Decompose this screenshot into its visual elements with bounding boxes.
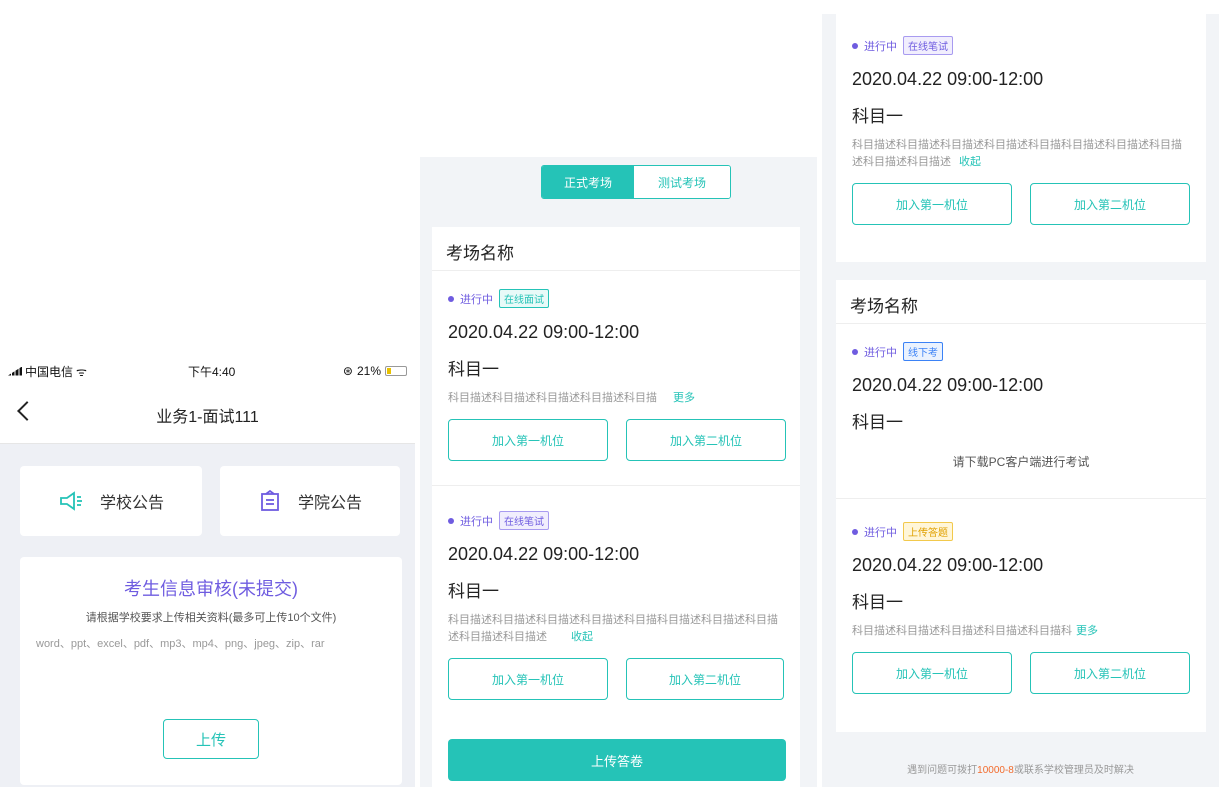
session-time: 2020.04.22 09:00-12:00 (448, 322, 640, 342)
join-camera-2-button[interactable]: 加入第二机位 (626, 658, 784, 700)
status-dot-icon (852, 42, 858, 49)
session-description: 科目描述科目描述科目描述科目描述科目描科 更多 (852, 625, 1098, 637)
session-item: 进行中 在线笔试 2020.04.22 09:00-12:00 科目一 科目描述… (432, 511, 800, 700)
divider (836, 498, 1206, 499)
help-line: 遇到问题可拨打10000-8或联系学校管理员及时解决 (907, 765, 1134, 776)
session-description: 科目描述科目描述科目描述科目描述科目描科目描述科目描述科目描述科目描述科目描述收… (448, 614, 778, 643)
status-time: 下午4:40 (188, 364, 236, 379)
upload-button[interactable]: 上传 (163, 719, 259, 759)
session-subject: 科目一 (448, 360, 499, 379)
exam-room-card: 考场名称 进行中 在线面试 2020.04.22 09:00-12:00 科目一… (432, 227, 800, 787)
session-status: 进行中 (864, 346, 897, 359)
exam-type-tabs: 正式考场 测试考场 (541, 165, 731, 199)
session-description: 科目描述科目描述科目描述科目描述科目描 更多 (448, 392, 695, 404)
join-camera-1-button[interactable]: 加入第一机位 (448, 658, 608, 700)
tab-formal-exam[interactable]: 正式考场 (542, 166, 634, 198)
status-bar: 中国电信 ᯤ 下午4:40 ⊛ 21% (0, 356, 415, 386)
session-subject: 科目一 (448, 582, 499, 601)
exam-room-list-panel: 正式考场 测试考场 考场名称 进行中 在线面试 2020.04.22 09:00… (420, 157, 817, 787)
session-subject: 科目一 (852, 413, 903, 432)
page-title: 业务1-面试111 (156, 408, 259, 426)
nav-bar: 业务1-面试111 (0, 386, 415, 444)
exam-room-detail-panel: 进行中 在线笔试 2020.04.22 09:00-12:00 科目一 科目描述… (822, 14, 1219, 787)
info-card-subtitle: 请根据学校要求上传相关资料(最多可上传10个文件) (85, 612, 337, 624)
session-item: 进行中 在线笔试 2020.04.22 09:00-12:00 科目一 科目描述… (836, 36, 1206, 225)
join-camera-1-button[interactable]: 加入第一机位 (448, 419, 608, 461)
session-time: 2020.04.22 09:00-12:00 (852, 555, 1044, 575)
session-type-badge: 在线笔试 (903, 36, 953, 55)
candidate-info-card: 考生信息审核(未提交) 请根据学校要求上传相关资料(最多可上传10个文件) wo… (20, 557, 402, 785)
notice-row: 学校公告 学院公告 (0, 444, 415, 536)
session-time: 2020.04.22 09:00-12:00 (852, 375, 1044, 395)
battery-icon (385, 366, 407, 376)
join-camera-2-button[interactable]: 加入第二机位 (1030, 183, 1190, 225)
session-time: 2020.04.22 09:00-12:00 (448, 544, 640, 564)
exam-room-card: 进行中 在线笔试 2020.04.22 09:00-12:00 科目一 科目描述… (836, 14, 1206, 262)
session-description: 科目描述科目描述科目描述科目描述科目描科目描述科目描述科目描述科目描述科目描述收… (852, 139, 1182, 168)
carrier-label: 中国电信 (25, 364, 74, 379)
phone-screen: 中国电信 ᯤ 下午4:40 ⊛ 21% 业务1-面试111 学校公告 学院公告 … (0, 356, 415, 787)
session-item: 进行中 线下考 2020.04.22 09:00-12:00 科目一 请下载PC… (836, 342, 1206, 470)
signal-icon (8, 366, 22, 376)
session-time: 2020.04.22 09:00-12:00 (852, 69, 1044, 89)
join-camera-1-button[interactable]: 加入第一机位 (852, 183, 1012, 225)
divider (432, 485, 800, 486)
exam-room-card: 考场名称 进行中 线下考 2020.04.22 09:00-12:00 科目一 … (836, 280, 1206, 732)
school-notice-button[interactable]: 学校公告 (20, 466, 202, 536)
file-formats-text: word、ppt、excel、pdf、mp3、mp4、png、jpeg、zip、… (36, 638, 325, 650)
download-client-note: 请下载PC客户端进行考试 (952, 455, 1090, 469)
college-notice-button[interactable]: 学院公告 (220, 466, 400, 536)
join-camera-2-button[interactable]: 加入第二机位 (1030, 652, 1190, 694)
join-camera-1-button[interactable]: 加入第一机位 (852, 652, 1012, 694)
session-type-badge: 上传答题 (903, 522, 953, 541)
megaphone-icon (60, 491, 82, 511)
collapse-link[interactable]: 收起 (959, 156, 981, 168)
school-notice-label: 学校公告 (99, 495, 164, 512)
session-subject: 科目一 (852, 593, 903, 612)
join-camera-2-button[interactable]: 加入第二机位 (626, 419, 786, 461)
wifi-icon: ᯤ (76, 364, 87, 379)
building-icon (261, 489, 279, 511)
status-dot-icon (448, 517, 454, 524)
more-link[interactable]: 更多 (1076, 625, 1098, 637)
room-name: 考场名称 (836, 280, 1206, 324)
session-status: 进行中 (864, 526, 897, 539)
status-dot-icon (448, 295, 454, 302)
session-item: 进行中 在线面试 2020.04.22 09:00-12:00 科目一 科目描述… (432, 289, 800, 461)
status-dot-icon (852, 528, 858, 535)
room-name: 考场名称 (432, 227, 800, 271)
session-status: 进行中 (460, 515, 493, 528)
session-status: 进行中 (864, 40, 897, 53)
session-item: 进行中 上传答题 2020.04.22 09:00-12:00 科目一 科目描述… (836, 522, 1206, 694)
more-link[interactable]: 更多 (673, 392, 695, 404)
help-phone[interactable]: 10000-8 (977, 765, 1014, 776)
session-subject: 科目一 (852, 107, 903, 126)
session-type-badge: 在线笔试 (499, 511, 549, 530)
location-icon: ⊛ (342, 364, 353, 378)
status-dot-icon (852, 348, 858, 355)
session-type-badge: 在线面试 (499, 289, 549, 308)
session-type-badge: 线下考 (903, 342, 943, 361)
info-card-title: 考生信息审核(未提交) (124, 579, 298, 599)
collapse-link[interactable]: 收起 (571, 631, 593, 643)
tab-test-exam[interactable]: 测试考场 (634, 166, 730, 198)
college-notice-label: 学院公告 (297, 495, 362, 512)
session-status: 进行中 (460, 293, 493, 306)
upload-answer-button[interactable]: 上传答卷 (448, 739, 786, 781)
battery-percent: 21% (356, 364, 381, 378)
